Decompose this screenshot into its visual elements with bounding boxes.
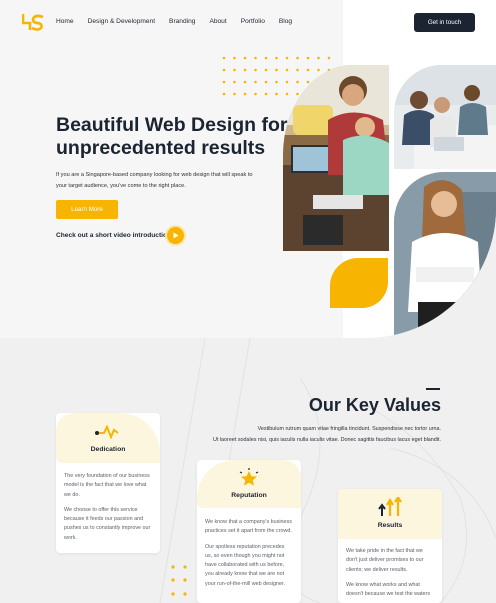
hero-title: Beautiful Web Design for unprecedented r… [56, 114, 288, 159]
decorative-dot [317, 68, 320, 72]
nav-link-branding[interactable]: Branding [169, 18, 195, 25]
decorative-dot [285, 56, 289, 60]
learn-more-button[interactable]: Learn More [56, 200, 118, 219]
decorative-dot [275, 80, 278, 84]
hero-subtitle: If you are a Singapore-based company loo… [56, 172, 253, 189]
nav-link-portfolio[interactable]: Portfolio [241, 18, 265, 25]
decorative-dot [317, 56, 320, 60]
decorative-dot [233, 92, 236, 96]
decorative-dot [306, 68, 310, 72]
brand-logo[interactable] [22, 13, 44, 31]
pulse-icon [95, 424, 119, 439]
key-values-subtitle-line-2: Ut laoreet sodales nisi, quis iaculis nu… [212, 436, 441, 443]
decorative-dot [296, 80, 299, 84]
nav-link-home[interactable]: Home [56, 18, 74, 25]
decorative-dot [296, 92, 299, 96]
decorative-yellow-dots [171, 565, 187, 596]
decorative-dot [285, 92, 289, 96]
decorative-dot [243, 68, 247, 72]
decorative-dot [243, 92, 247, 96]
card-paragraph: We choose to offer this service because … [64, 506, 151, 541]
value-card-dedication: Dedication The very foundation of our bu… [56, 413, 160, 553]
decorative-dot [275, 56, 278, 60]
nav-links: Home Design & Development Branding About… [56, 18, 306, 25]
decorative-dot [264, 92, 268, 96]
yellow-decorative-shape [330, 258, 388, 308]
decorative-dot [264, 80, 268, 84]
card-paragraph: Our spotless reputation precedes us, so … [205, 543, 285, 587]
decorative-dot [306, 80, 310, 84]
nav-link-blog[interactable]: Blog [279, 18, 292, 25]
decorative-dot [222, 56, 226, 60]
value-card-reputation: Reputation We know that a company's busi… [197, 460, 301, 603]
decorative-dot [327, 56, 331, 60]
card-header: Reputation [197, 460, 301, 508]
decorative-dot [264, 68, 268, 72]
decorative-dot [306, 56, 310, 60]
card-text: We take pride in the fact that we don't … [338, 539, 442, 599]
card-title: Results [377, 522, 403, 529]
decorative-dot [254, 68, 257, 72]
decorative-dot [222, 68, 226, 72]
card-title: Dedication [90, 446, 126, 453]
decorative-dot [285, 80, 289, 84]
decorative-dot [275, 92, 278, 96]
card-header: Dedication [56, 413, 160, 463]
hero-section: Home Design & Development Branding About… [0, 0, 496, 338]
value-card-results: Results We take pride in the fact that w… [338, 489, 442, 603]
decorative-dot [222, 92, 226, 96]
arrows-up-icon [378, 497, 402, 516]
play-video-button[interactable] [167, 227, 184, 244]
card-paragraph: We know that a company's business practi… [205, 519, 292, 535]
play-icon [173, 232, 179, 239]
key-values-subtitle: Vestibulum rutrum quam vitae fringilla t… [150, 424, 441, 445]
card-header: Results [338, 489, 442, 539]
card-paragraph: We take pride in the fact that we don't … [346, 548, 424, 573]
nav-link-design-development[interactable]: Design & Development [88, 18, 155, 25]
top-navigation: Home Design & Development Branding About… [0, 0, 496, 45]
card-title: Reputation [231, 492, 267, 499]
decorative-dot [254, 56, 257, 60]
decorative-dot [222, 80, 226, 84]
card-paragraph: The very foundation of our business mode… [64, 473, 150, 498]
get-in-touch-button[interactable]: Get in touch [414, 13, 475, 32]
decorative-dot [233, 56, 236, 60]
card-text: The very foundation of our business mode… [56, 463, 160, 543]
decorative-dot [296, 68, 299, 72]
decorative-dot [254, 80, 257, 84]
card-paragraph: We know what works and what doesn't beca… [346, 581, 431, 598]
key-values-subtitle-line-1: Vestibulum rutrum quam vitae fringilla t… [257, 426, 441, 432]
card-text: We know that a company's business practi… [197, 508, 301, 589]
video-intro-link[interactable]: Check out a short video introduction [56, 232, 171, 239]
decorative-dot [243, 80, 247, 84]
star-icon [239, 468, 259, 486]
decorative-dot [254, 92, 257, 96]
businesswoman-photo [394, 172, 496, 338]
decorative-dot [233, 80, 236, 84]
decorative-dot [285, 68, 289, 72]
decorative-dot [275, 68, 278, 72]
section-dash [426, 388, 440, 390]
meeting-photo [394, 65, 496, 169]
nav-link-about[interactable]: About [209, 18, 226, 25]
key-values-title: Our Key Values [308, 395, 441, 415]
decorative-dot [243, 56, 247, 60]
decorative-dot [296, 56, 299, 60]
decorative-dot [264, 56, 268, 60]
decorative-dot [233, 68, 236, 72]
